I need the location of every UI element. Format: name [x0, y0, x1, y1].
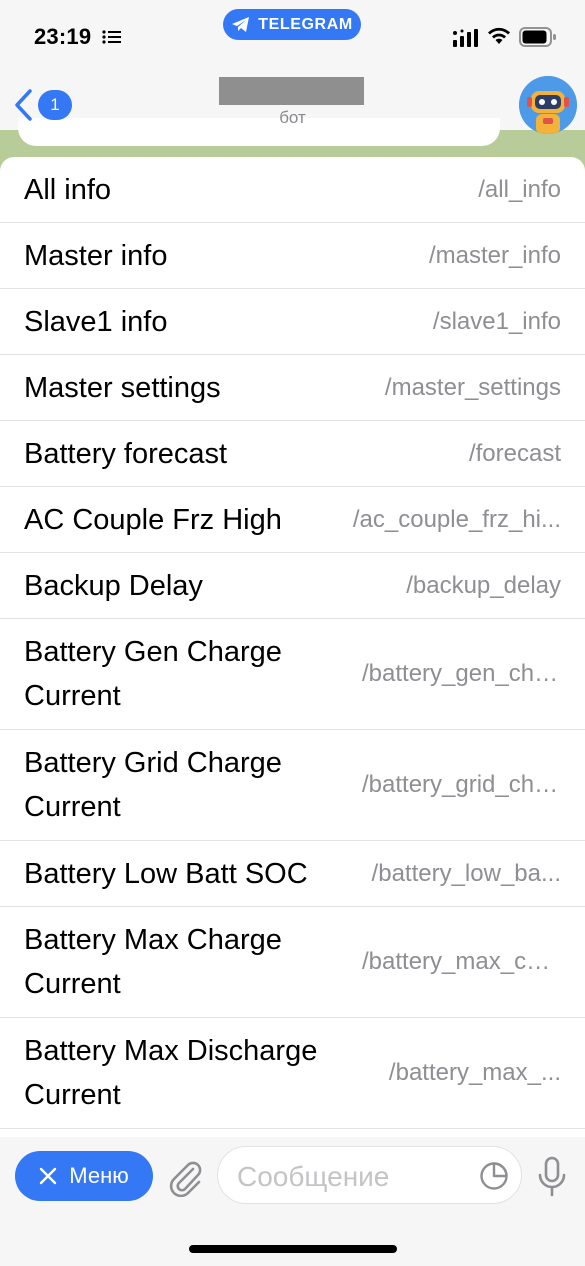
command-name: Battery Low Batt SOC	[24, 857, 308, 890]
command-code: /battery_max_cha...	[362, 948, 561, 975]
command-name: All info	[24, 173, 112, 206]
sticker-icon[interactable]	[479, 1161, 509, 1191]
chat-subtitle: бот	[279, 108, 306, 127]
command-row[interactable]: Slave1 info/slave1_info	[0, 289, 585, 355]
command-code: /slave1_info	[432, 307, 561, 335]
command-code: /master_info	[428, 241, 561, 269]
wifi-icon	[488, 27, 510, 44]
status-time: 23:19	[34, 24, 92, 49]
command-code: /backup_delay	[406, 571, 561, 599]
cellular-signal-icon	[453, 29, 478, 47]
command-row[interactable]: All info/all_info	[0, 157, 585, 223]
command-row[interactable]: Battery Grid Charge Current/battery_grid…	[0, 730, 585, 841]
robot-icon	[519, 76, 577, 134]
command-code: /all_info	[478, 175, 561, 203]
command-name: Master settings	[24, 371, 221, 404]
menu-button[interactable]: Меню	[15, 1151, 153, 1201]
status-bar: 23:19 TELEGRAM	[0, 0, 585, 70]
command-row[interactable]: Master settings/master_settings	[0, 355, 585, 421]
input-bar: Меню Сообщение	[0, 1137, 585, 1266]
message-input[interactable]: Сообщение	[217, 1146, 522, 1204]
command-row[interactable]: Battery forecast/forecast	[0, 421, 585, 487]
command-row[interactable]: Backup Delay/backup_delay	[0, 553, 585, 619]
microphone-icon[interactable]	[537, 1156, 567, 1198]
command-code: /battery_max_...	[388, 1059, 561, 1086]
chat-title-redacted[interactable]	[219, 77, 364, 105]
command-row[interactable]: Master info/master_info	[0, 223, 585, 289]
command-code: /battery_gen_char...	[362, 660, 561, 687]
command-code: /ac_couple_frz_hi...	[352, 505, 561, 533]
home-indicator	[189, 1245, 397, 1253]
paperclip-icon[interactable]	[166, 1157, 204, 1197]
return-to-app-label: TELEGRAM	[258, 15, 353, 33]
message-input-placeholder: Сообщение	[237, 1161, 390, 1192]
chat-header: 1 бот	[0, 70, 585, 134]
command-name: Battery Gen Charge Current	[24, 636, 282, 712]
command-code: /forecast	[468, 439, 561, 467]
menu-button-label: Меню	[69, 1163, 129, 1188]
command-name: Battery Grid Charge Current	[24, 747, 282, 823]
command-row[interactable]: Battery Max Discharge Current/battery_ma…	[0, 1018, 585, 1129]
battery-icon	[519, 27, 556, 47]
command-name: Backup Delay	[24, 569, 203, 602]
command-code: /battery_grid_char...	[362, 771, 561, 798]
command-code: /battery_low_ba...	[371, 859, 561, 887]
bot-avatar[interactable]	[519, 76, 577, 134]
bot-commands-list: All info/all_info Master info/master_info…	[0, 157, 585, 1137]
command-row[interactable]: Battery Gen Charge Current/battery_gen_c…	[0, 619, 585, 730]
command-row[interactable]: Battery Low Batt SOC/battery_low_ba...	[0, 841, 585, 907]
command-name: Battery Max Discharge Current	[24, 1035, 318, 1111]
command-row[interactable]: AC Couple Frz High/ac_couple_frz_hi...	[0, 487, 585, 553]
close-icon	[40, 1167, 57, 1185]
command-name: Slave1 info	[24, 305, 168, 338]
list-icon	[102, 30, 121, 44]
command-name: Master info	[24, 239, 168, 272]
command-row[interactable]: Battery Max Charge Current/battery_max_c…	[0, 907, 585, 1018]
command-code: /master_settings	[384, 373, 561, 401]
command-name: Battery forecast	[24, 437, 228, 470]
command-name: Battery Max Charge Current	[24, 924, 282, 1000]
command-name: AC Couple Frz High	[24, 503, 282, 536]
return-to-app-pill[interactable]: TELEGRAM	[223, 9, 361, 40]
telegram-icon	[232, 16, 250, 32]
